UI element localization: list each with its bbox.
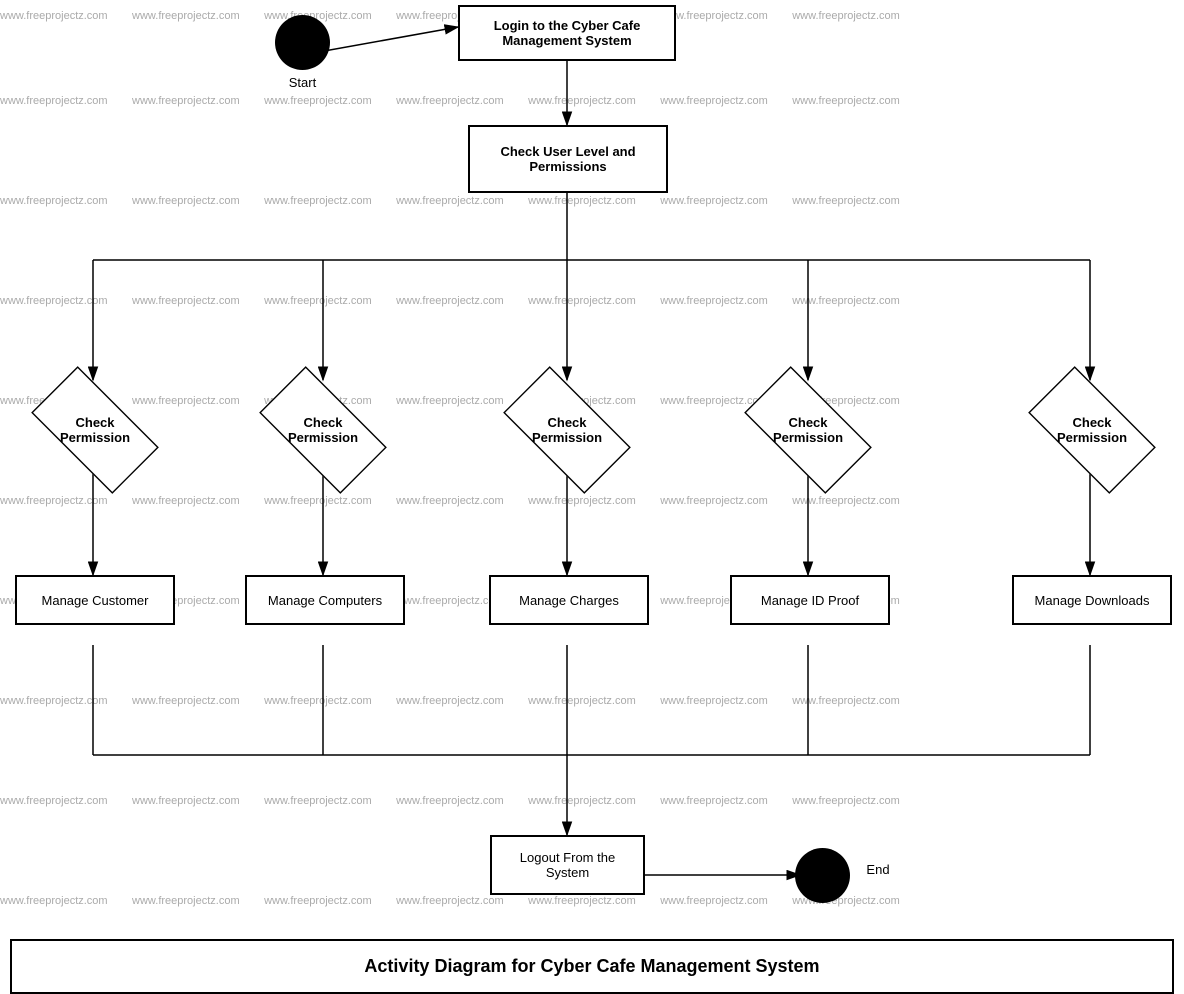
- check-permission-5: CheckPermission: [1012, 385, 1172, 475]
- check-permission-1: CheckPermission: [15, 385, 175, 475]
- manage-customer-box: Manage Customer: [15, 575, 175, 625]
- check-permission-3: CheckPermission: [487, 385, 647, 475]
- watermark: www.freeprojectz.com www.freeprojectz.co…: [0, 495, 900, 507]
- logout-box: Logout From theSystem: [490, 835, 645, 895]
- manage-id-proof-box: Manage ID Proof: [730, 575, 890, 625]
- login-box: Login to the Cyber Cafe Management Syste…: [458, 5, 676, 61]
- watermark: www.freeprojectz.com www.freeprojectz.co…: [0, 10, 900, 22]
- watermark: www.freeprojectz.com www.freeprojectz.co…: [0, 95, 900, 107]
- watermark: www.freeprojectz.com www.freeprojectz.co…: [0, 895, 900, 907]
- check-permission-2: CheckPermission: [243, 385, 403, 475]
- end-label: End: [858, 862, 898, 877]
- start-label: Start: [275, 75, 330, 90]
- diagram-container: www.freeprojectz.com www.freeprojectz.co…: [0, 0, 1184, 994]
- end-node: [795, 848, 850, 903]
- manage-downloads-box: Manage Downloads: [1012, 575, 1172, 625]
- manage-computers-box: Manage Computers: [245, 575, 405, 625]
- watermark: www.freeprojectz.com www.freeprojectz.co…: [0, 695, 900, 707]
- manage-charges-box: Manage Charges: [489, 575, 649, 625]
- check-user-level-box: Check User Level andPermissions: [468, 125, 668, 193]
- check-permission-4: CheckPermission: [728, 385, 888, 475]
- watermark: www.freeprojectz.com www.freeprojectz.co…: [0, 295, 900, 307]
- watermark: www.freeprojectz.com www.freeprojectz.co…: [0, 795, 900, 807]
- diagram-title: Activity Diagram for Cyber Cafe Manageme…: [10, 939, 1174, 994]
- watermark: www.freeprojectz.com www.freeprojectz.co…: [0, 195, 900, 207]
- start-node: [275, 15, 330, 70]
